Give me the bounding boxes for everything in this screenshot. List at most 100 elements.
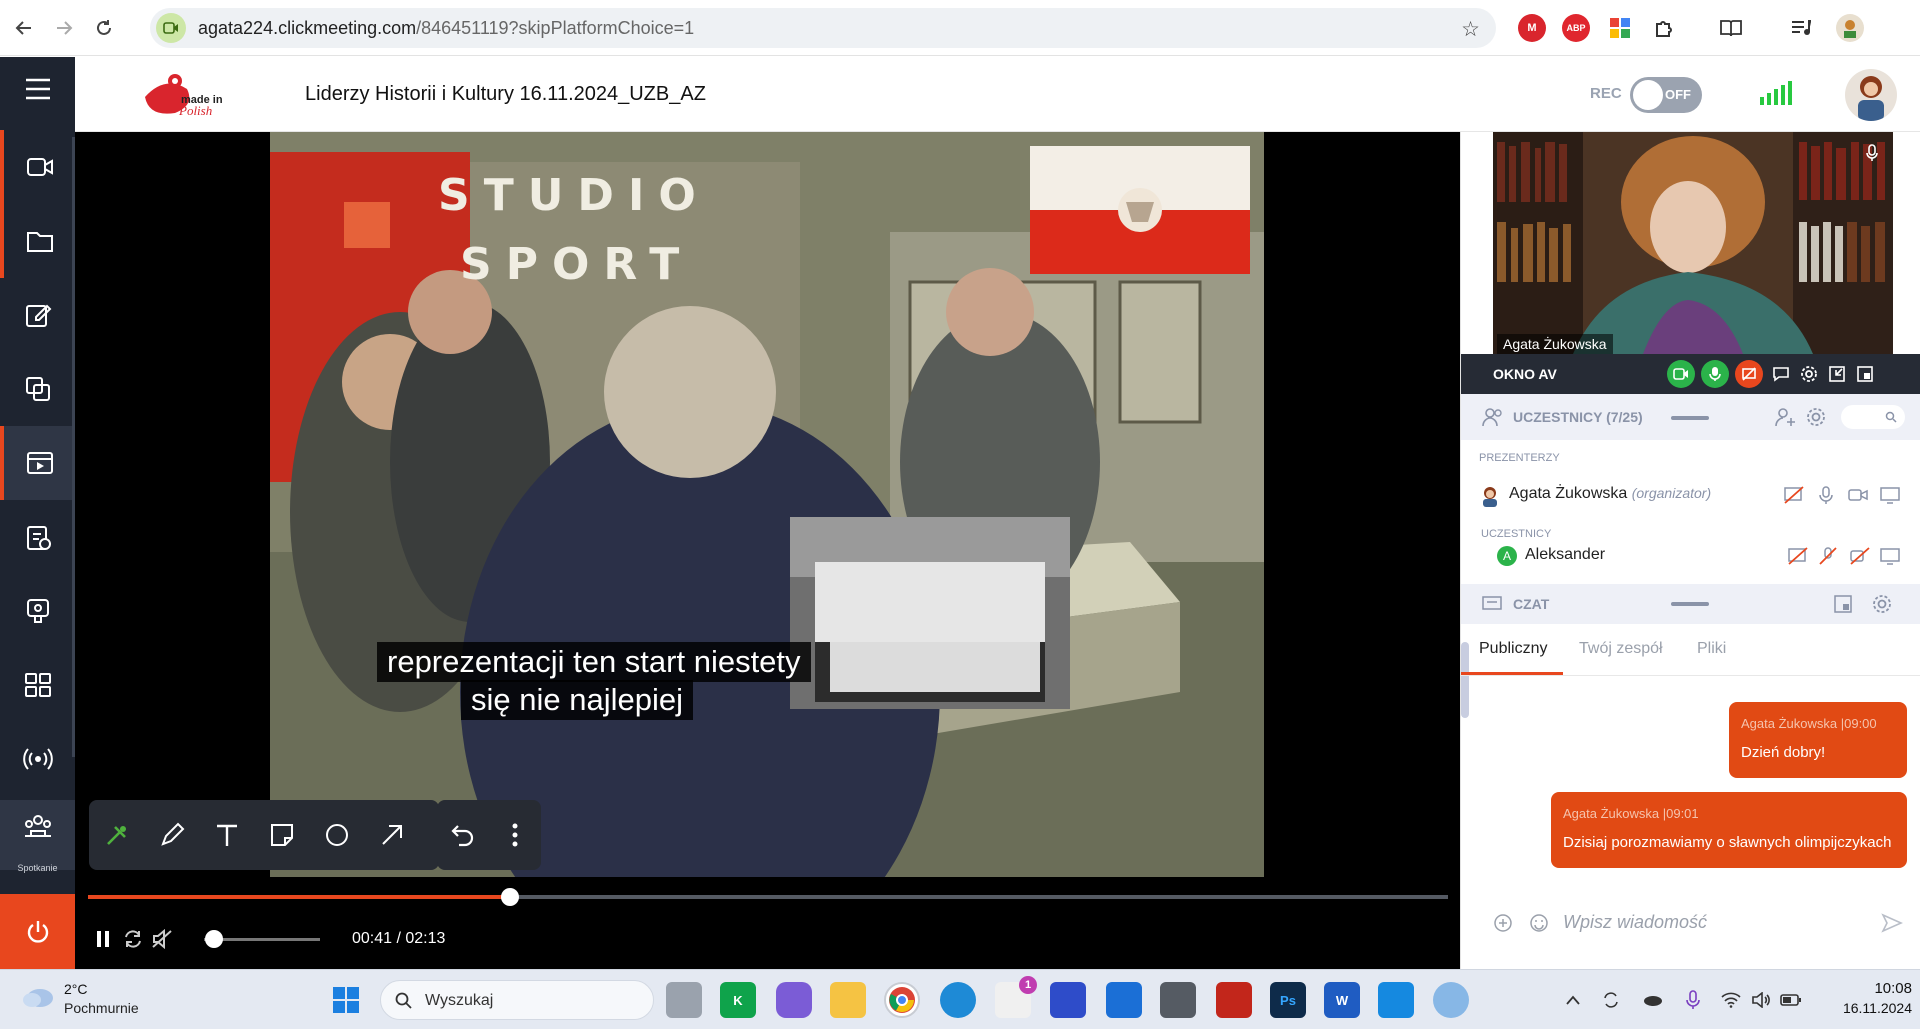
tab-team[interactable]: Twój zespół — [1579, 640, 1663, 658]
sidebar-item-folder[interactable] — [0, 204, 75, 278]
sync-icon[interactable] — [1593, 982, 1629, 1018]
screen-share-blocked-icon[interactable] — [1783, 485, 1805, 505]
sidebar-item-camera[interactable] — [0, 130, 75, 204]
clock-time[interactable]: 10:08 — [1852, 980, 1912, 997]
pause-icon[interactable] — [88, 919, 118, 959]
loop-icon[interactable] — [118, 919, 148, 959]
paint-icon[interactable] — [1378, 982, 1414, 1018]
presenter-camera[interactable]: Agata Żukowska — [1493, 132, 1893, 354]
sidebar-item-tests[interactable] — [0, 500, 75, 574]
camera-toggle-icon[interactable] — [1667, 360, 1695, 388]
add-participant-icon[interactable] — [1774, 406, 1798, 428]
tab-files[interactable]: Pliki — [1697, 640, 1726, 658]
undo-icon[interactable] — [441, 808, 486, 863]
participant-row-organizer[interactable]: Agata Żukowska (organizator) — [1461, 475, 1920, 515]
chat-bubble-icon[interactable] — [1767, 360, 1795, 388]
participant-camera-icon[interactable] — [1847, 485, 1869, 505]
photoshop-icon[interactable]: Ps — [1270, 982, 1306, 1018]
chat-message[interactable]: Agata Żukowska |09:00 Dzień dobry! — [1729, 702, 1907, 778]
sidebar-item-meeting[interactable] — [0, 800, 75, 870]
text-tool-icon[interactable] — [199, 808, 254, 863]
acrobat-icon[interactable] — [1216, 982, 1252, 1018]
windows-start-icon[interactable] — [328, 982, 364, 1018]
mute-icon[interactable] — [148, 919, 178, 959]
google-icon[interactable] — [1606, 14, 1634, 42]
sticky-note-icon[interactable] — [254, 808, 309, 863]
participants-settings-gear-icon[interactable] — [1805, 406, 1827, 428]
video-progress-handle[interactable] — [500, 888, 519, 906]
popout-window-icon[interactable] — [1851, 360, 1879, 388]
chat-message[interactable]: Agata Żukowska |09:01 Dzisiaj porozmawia… — [1551, 792, 1907, 868]
sidebar-item-apps[interactable] — [0, 648, 75, 722]
video-progress-bar[interactable] — [88, 888, 1448, 906]
taskview-icon[interactable] — [666, 982, 702, 1018]
more-options-icon[interactable] — [493, 808, 538, 863]
participants-search-input[interactable] — [1841, 405, 1905, 429]
paint-palette-icon[interactable] — [1433, 982, 1469, 1018]
sidebar-item-broadcast[interactable] — [0, 722, 75, 796]
add-attachment-icon[interactable] — [1493, 913, 1513, 933]
address-bar[interactable]: agata224.clickmeeting.com/846451119?skip… — [150, 8, 1496, 48]
user-avatar[interactable] — [1845, 69, 1897, 121]
sidebar-item-video-guide[interactable] — [0, 574, 75, 648]
power-button[interactable] — [0, 894, 75, 969]
mega-icon[interactable]: M — [1518, 14, 1546, 42]
site-camera-icon[interactable] — [156, 13, 186, 43]
adblock-icon[interactable]: ABP — [1562, 14, 1590, 42]
chat-popout-icon[interactable] — [1833, 594, 1855, 614]
video-frame[interactable]: STUDIO SPORT — [270, 132, 1264, 877]
clock-date[interactable]: 16.11.2024 — [1826, 1000, 1912, 1016]
sidebar-item-edit[interactable] — [0, 278, 75, 352]
forward-icon[interactable] — [46, 10, 82, 46]
file-explorer-icon[interactable] — [830, 982, 866, 1018]
minimize-window-icon[interactable] — [1823, 360, 1851, 388]
participants-header[interactable]: UCZESTNICY (7/25) — [1461, 394, 1920, 440]
pencil-icon[interactable] — [144, 808, 199, 863]
screen-share-blocked-icon[interactable] — [1787, 546, 1809, 566]
onedrive-icon[interactable] — [1634, 982, 1670, 1018]
bookmark-star-icon[interactable]: ☆ — [1461, 17, 1480, 42]
word-icon[interactable]: W — [1324, 982, 1360, 1018]
emoji-icon[interactable] — [1529, 913, 1549, 933]
volume-slider-handle[interactable] — [205, 930, 223, 948]
chat-settings-gear-icon[interactable] — [1871, 593, 1893, 615]
menu-icon[interactable] — [0, 52, 75, 126]
microphone-icon[interactable] — [1675, 982, 1711, 1018]
chrome-icon[interactable] — [884, 982, 920, 1018]
chat-message-input[interactable]: Wpisz wiadomość — [1473, 897, 1909, 949]
kaspersky-icon[interactable]: K — [720, 982, 756, 1018]
chat-resize-grip[interactable] — [1671, 602, 1709, 606]
cloud-icon[interactable] — [20, 982, 56, 1015]
reload-icon[interactable] — [86, 10, 122, 46]
participant-mic-icon[interactable] — [1815, 485, 1837, 505]
chat-header[interactable]: CZAT — [1461, 584, 1920, 624]
media-control-icon[interactable] — [1787, 14, 1815, 42]
battery-icon[interactable] — [1773, 982, 1809, 1018]
participant-row-attendee[interactable]: A Aleksander — [1461, 536, 1920, 576]
participants-resize-grip[interactable] — [1671, 416, 1709, 420]
edge-icon[interactable] — [940, 982, 976, 1018]
reading-mode-icon[interactable] — [1717, 14, 1745, 42]
store-icon[interactable]: 1 — [995, 976, 1037, 1018]
media-app-icon[interactable] — [1160, 982, 1196, 1018]
copilot-icon[interactable] — [776, 982, 812, 1018]
participant-screen-icon[interactable] — [1879, 485, 1901, 505]
taskbar-search[interactable]: Wyszukaj — [380, 980, 654, 1020]
rec-toggle[interactable]: OFF — [1630, 77, 1702, 113]
screen-share-off-icon[interactable] — [1735, 360, 1763, 388]
send-icon[interactable] — [1881, 913, 1903, 933]
chevron-up-icon[interactable] — [1555, 982, 1591, 1018]
microphone-toggle-icon[interactable] — [1701, 360, 1729, 388]
tab-public[interactable]: Publiczny — [1479, 640, 1547, 658]
calendar-icon[interactable] — [1106, 982, 1142, 1018]
sidebar-item-media[interactable] — [0, 426, 75, 500]
camera-off-icon[interactable] — [1849, 546, 1871, 566]
sidebar-item-copy[interactable] — [0, 352, 75, 426]
mic-muted-icon[interactable] — [1817, 546, 1839, 566]
editor-icon[interactable] — [1050, 982, 1086, 1018]
back-icon[interactable] — [6, 10, 42, 46]
laser-pointer-icon[interactable] — [89, 808, 144, 863]
puzzle-icon[interactable] — [1650, 14, 1678, 42]
av-settings-gear-icon[interactable] — [1795, 360, 1823, 388]
participant-screen-icon[interactable] — [1879, 546, 1901, 566]
